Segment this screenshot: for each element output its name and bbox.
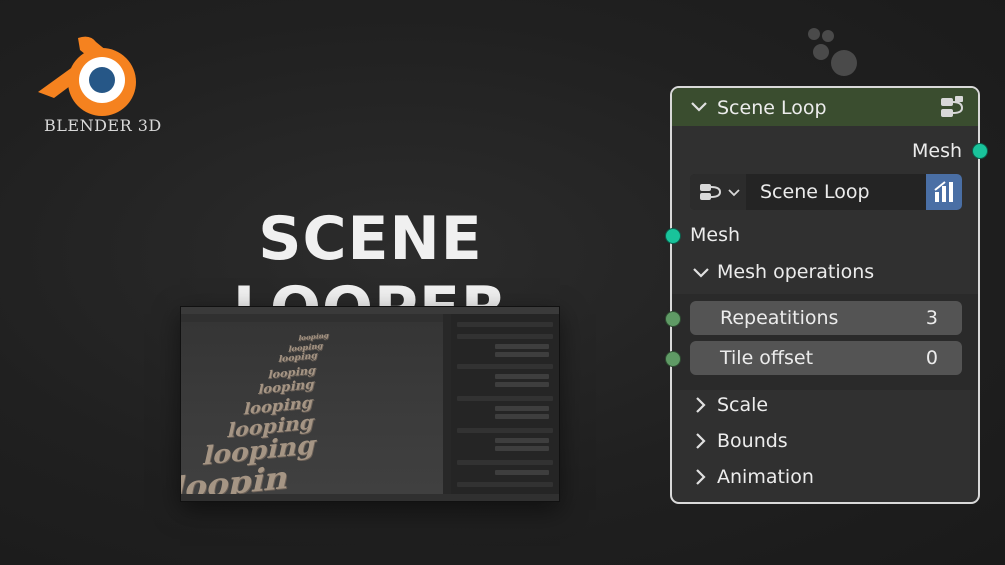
preview-timeline — [181, 494, 559, 501]
decorative-dot — [831, 50, 857, 76]
preview-word: looping — [277, 351, 319, 365]
node-title: Scene Loop — [717, 97, 827, 119]
tile-offset-socket[interactable] — [665, 351, 681, 367]
preview-viewport: looping looping looping looping looping … — [181, 322, 443, 494]
panel-animation[interactable]: Animation — [717, 466, 814, 488]
output-mesh-label: Mesh — [912, 140, 963, 162]
decorative-dot — [813, 44, 829, 60]
output-mesh-socket[interactable] — [972, 143, 988, 159]
tile-offset-label: Tile offset — [720, 347, 814, 369]
chevron-down-icon — [728, 189, 740, 197]
chevron-right-icon[interactable] — [694, 396, 708, 414]
panel-bounds[interactable]: Bounds — [717, 430, 788, 452]
input-mesh-socket[interactable] — [665, 228, 681, 244]
chevron-down-icon[interactable] — [690, 100, 708, 114]
repeatitions-label: Repeatitions — [720, 307, 839, 329]
scene-loop-node[interactable]: Scene Loop Mesh Scene Loop Mesh Mesh ope… — [665, 86, 988, 504]
blender-preview-screenshot: looping looping looping looping looping … — [180, 306, 560, 502]
fake-user-button[interactable] — [926, 174, 962, 210]
node-header[interactable]: Scene Loop — [672, 88, 978, 126]
chevron-down-icon[interactable] — [692, 266, 710, 280]
repeatitions-value: 3 — [925, 307, 938, 329]
node-group-icon — [700, 184, 722, 200]
preview-viewport-tools — [443, 314, 451, 494]
input-mesh-label: Mesh — [690, 224, 741, 246]
bar-chart-icon — [934, 181, 953, 202]
chevron-right-icon[interactable] — [694, 432, 708, 450]
preview-word: loopin — [181, 458, 294, 494]
repeatitions-socket[interactable] — [665, 311, 681, 327]
logo-text: BLENDER 3D — [44, 116, 162, 135]
preview-properties-panel — [451, 314, 559, 494]
repeatitions-field[interactable]: Repeatitions 3 — [690, 301, 962, 335]
chevron-right-icon[interactable] — [694, 468, 708, 486]
tile-offset-value: 0 — [925, 347, 938, 369]
decorative-dot — [808, 28, 820, 40]
node-group-icon — [941, 96, 964, 117]
node-group-browse-button[interactable] — [690, 174, 746, 210]
tile-offset-field[interactable]: Tile offset 0 — [690, 341, 962, 375]
decorative-dot — [822, 30, 834, 42]
panel-mesh-operations[interactable]: Mesh operations — [717, 261, 874, 283]
preview-topbar — [181, 307, 559, 314]
node-group-name[interactable]: Scene Loop — [760, 181, 870, 203]
panel-scale[interactable]: Scale — [717, 394, 768, 416]
preview-toolbar — [181, 314, 443, 322]
node-group-selector[interactable]: Scene Loop — [690, 174, 962, 210]
